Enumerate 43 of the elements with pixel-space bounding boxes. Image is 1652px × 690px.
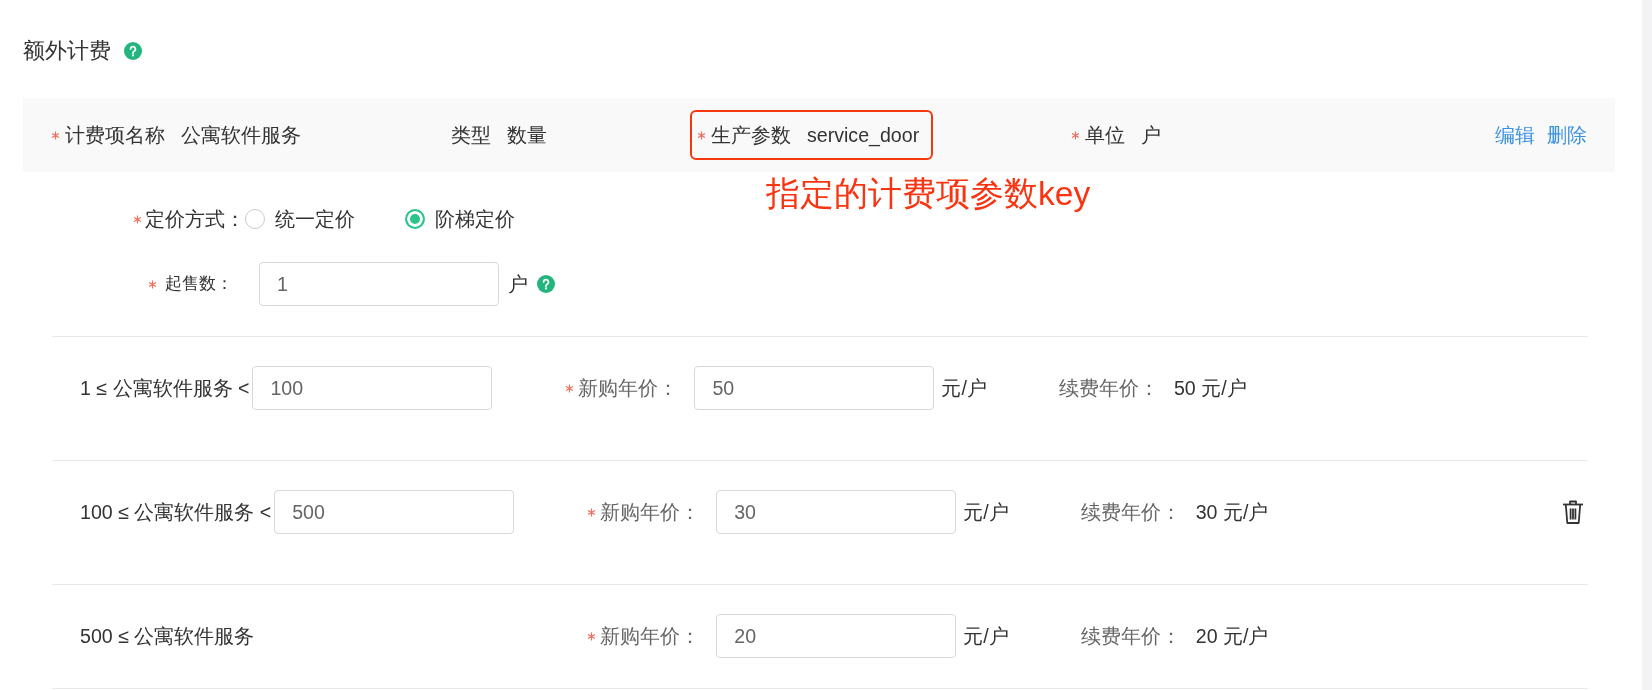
unit-label: 元/户 bbox=[941, 376, 987, 401]
radio-option[interactable]: 统一定价 bbox=[245, 206, 355, 232]
price-input[interactable]: 20 bbox=[716, 614, 957, 658]
action-link[interactable]: 编辑 bbox=[1495, 122, 1535, 148]
section-title: 额外计费 bbox=[23, 37, 111, 65]
field-label: 类型 bbox=[451, 123, 491, 148]
field-label: 单位 bbox=[1085, 123, 1125, 148]
price-label: 新购年价： bbox=[600, 624, 701, 649]
help-icon[interactable] bbox=[537, 275, 555, 293]
radio-option[interactable]: 阶梯定价 bbox=[405, 206, 515, 232]
trash-icon[interactable] bbox=[1561, 499, 1585, 525]
price-label: 新购年价： bbox=[578, 376, 679, 401]
action-link[interactable]: 删除 bbox=[1547, 122, 1587, 148]
price-input[interactable]: 50 bbox=[694, 366, 935, 410]
renewal-price: 20 元/户 bbox=[1195, 624, 1269, 649]
renewal-price: 50 元/户 bbox=[1173, 376, 1247, 401]
price-label: 新购年价： bbox=[600, 500, 701, 525]
field-value: 户 bbox=[1141, 123, 1161, 148]
renewal-label: 续费年价： bbox=[1080, 500, 1181, 525]
unit-label: 元/户 bbox=[963, 500, 1009, 525]
field-label: 计费项名称 bbox=[65, 123, 165, 148]
help-icon[interactable] bbox=[124, 42, 142, 60]
range-label: 100 ≤ 公寓软件服务 < bbox=[80, 500, 272, 525]
upper-limit-input[interactable]: 100 bbox=[252, 366, 493, 410]
field-label: 生产参数 bbox=[711, 123, 791, 148]
renewal-label: 续费年价： bbox=[1058, 376, 1159, 401]
renewal-label: 续费年价： bbox=[1080, 624, 1181, 649]
field-value: 数量 bbox=[507, 123, 547, 148]
range-label: 1 ≤ 公寓软件服务 < bbox=[80, 376, 250, 401]
radio-icon[interactable] bbox=[405, 209, 425, 229]
price-input[interactable]: 30 bbox=[716, 490, 957, 534]
unit-label: 户 bbox=[508, 272, 528, 297]
upper-limit-input[interactable]: 500 bbox=[274, 490, 515, 534]
radio-icon[interactable] bbox=[245, 209, 265, 229]
field-value: 公寓软件服务 bbox=[181, 123, 301, 148]
unit-label: 元/户 bbox=[963, 624, 1009, 649]
form-label: 起售数： bbox=[165, 273, 233, 295]
range-label: 500 ≤ 公寓软件服务 bbox=[80, 624, 255, 649]
renewal-price: 30 元/户 bbox=[1195, 500, 1269, 525]
min-quantity-input[interactable]: 1 bbox=[259, 262, 499, 306]
form-label: 定价方式： bbox=[145, 207, 245, 232]
annotation-text: 指定的计费项参数key bbox=[766, 175, 1091, 213]
field-value: service_door bbox=[807, 123, 920, 148]
